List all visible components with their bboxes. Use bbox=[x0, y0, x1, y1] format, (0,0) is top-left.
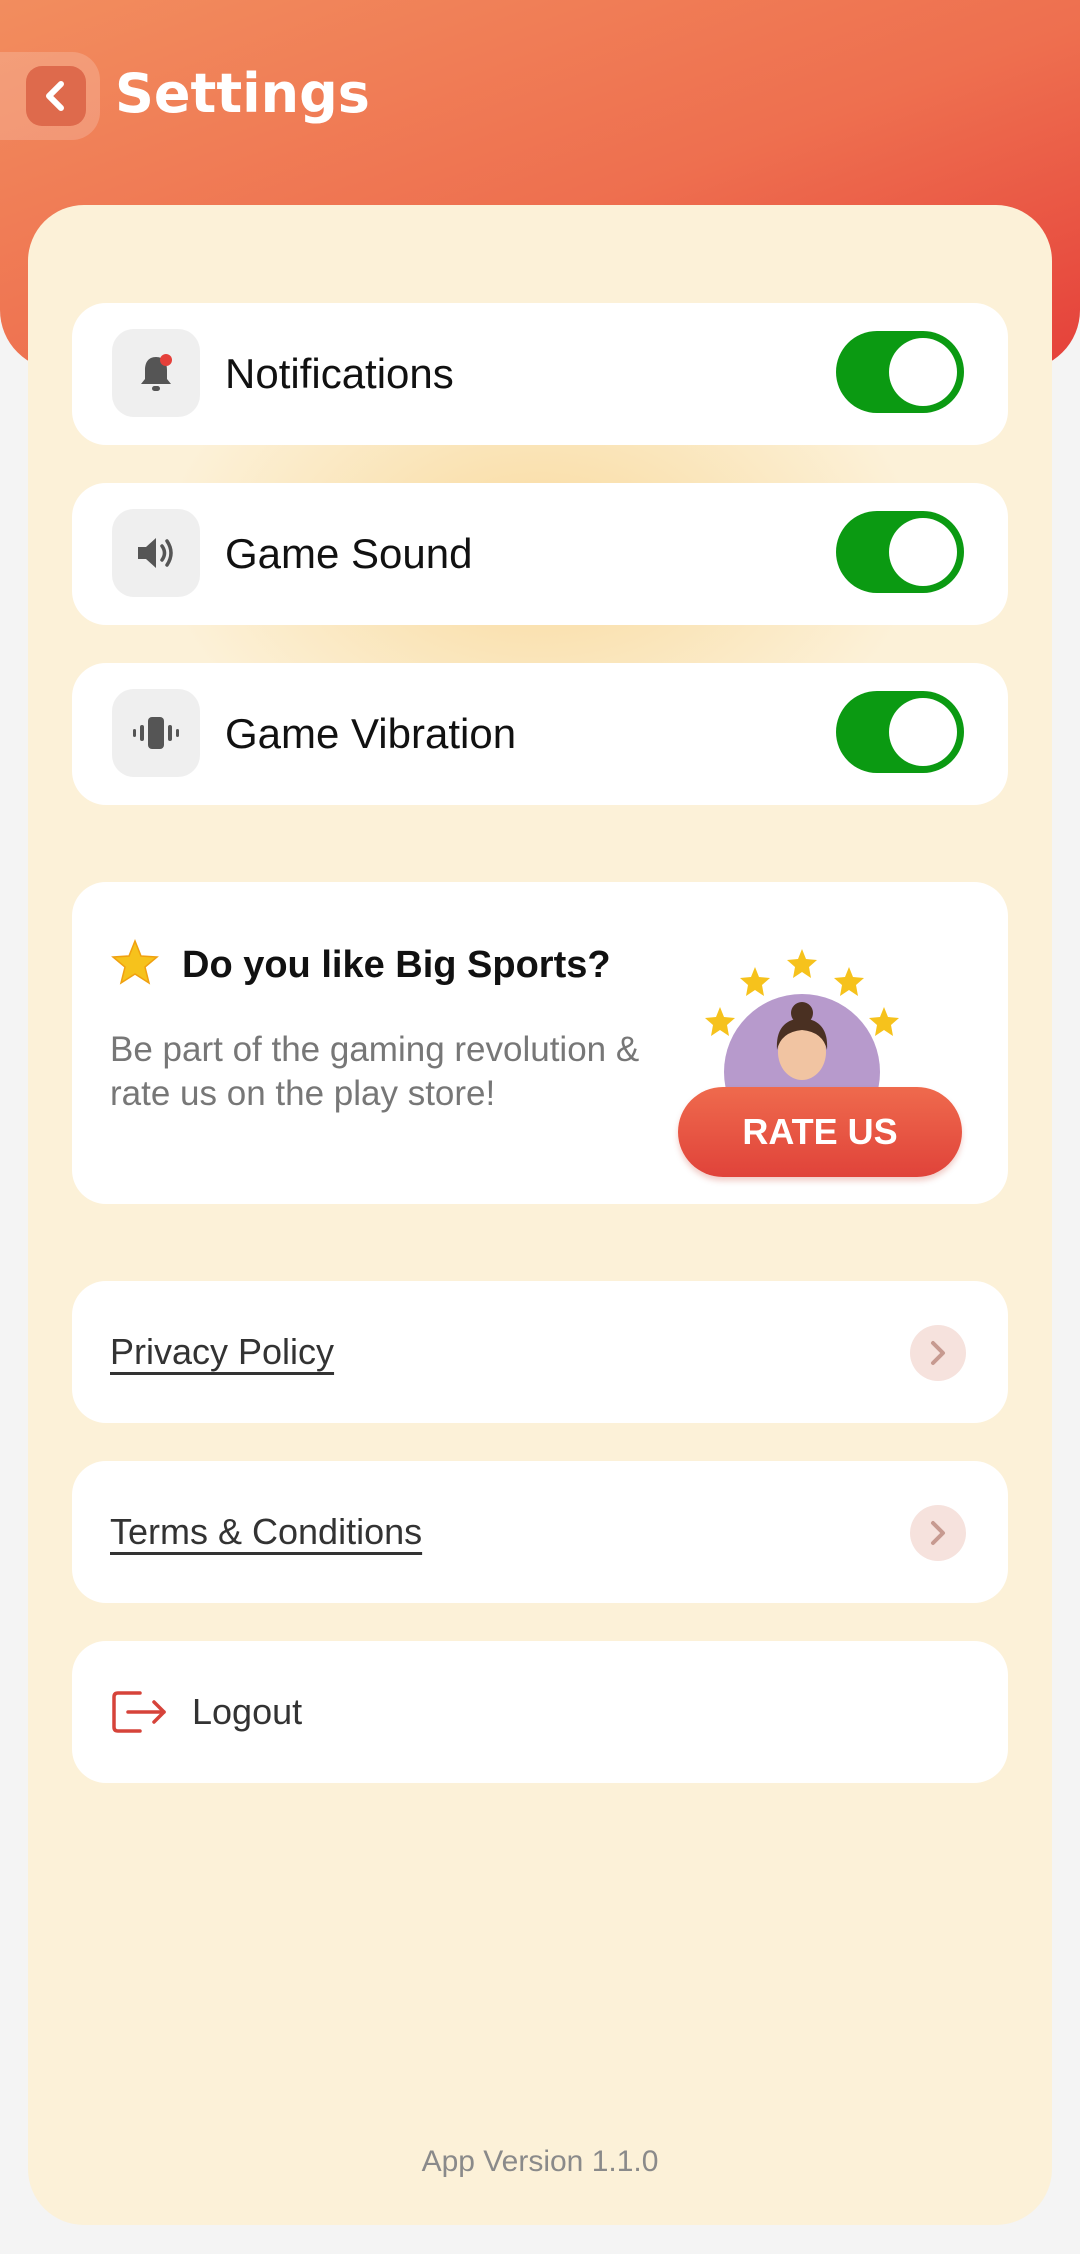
star-icon bbox=[705, 1007, 735, 1036]
logout-label[interactable]: Logout bbox=[192, 1641, 302, 1783]
back-button-inner[interactable] bbox=[26, 66, 86, 126]
logout-row[interactable]: Logout bbox=[72, 1641, 1008, 1783]
star-icon bbox=[869, 1007, 899, 1036]
terms-conditions-row[interactable]: Terms & Conditions bbox=[72, 1461, 1008, 1603]
setting-row-game-vibration: Game Vibration bbox=[72, 663, 1008, 805]
app-version: App Version 1.1.0 bbox=[421, 2145, 659, 2178]
star-icon bbox=[740, 967, 770, 996]
sparkle-star-icon bbox=[111, 938, 159, 985]
page-title: Settings bbox=[115, 62, 370, 125]
setting-icon-box bbox=[112, 509, 200, 597]
chevron-right-icon bbox=[931, 1521, 945, 1545]
rate-us-button[interactable]: RATE US bbox=[678, 1087, 962, 1177]
toggle-knob bbox=[889, 698, 957, 766]
setting-label: Game Vibration bbox=[225, 710, 517, 757]
back-button[interactable] bbox=[0, 52, 100, 140]
vibration-icon bbox=[133, 717, 179, 749]
rate-description: Be part of the gaming revolution & rate … bbox=[110, 1030, 640, 1113]
star-icon bbox=[834, 967, 864, 996]
chevron-left-icon bbox=[46, 81, 64, 111]
privacy-policy-link[interactable]: Privacy Policy bbox=[110, 1281, 334, 1423]
chevron-right-button[interactable] bbox=[910, 1325, 966, 1381]
setting-icon-box bbox=[112, 329, 200, 417]
game-vibration-toggle[interactable] bbox=[836, 691, 964, 773]
setting-label: Notifications bbox=[225, 350, 454, 397]
setting-row-game-sound: Game Sound bbox=[72, 483, 1008, 625]
rate-title: Do you like Big Sports? bbox=[182, 944, 611, 986]
bell-icon bbox=[141, 354, 172, 391]
setting-icon-box bbox=[112, 689, 200, 777]
setting-label: Game Sound bbox=[225, 530, 473, 577]
rate-us-card: Do you like Big Sports? Be part of the g… bbox=[72, 882, 1008, 1204]
setting-row-notifications: Notifications bbox=[72, 303, 1008, 445]
toggle-knob bbox=[889, 518, 957, 586]
logout-icon bbox=[112, 1691, 166, 1733]
privacy-policy-row[interactable]: Privacy Policy bbox=[72, 1281, 1008, 1423]
chevron-right-icon bbox=[931, 1341, 945, 1365]
toggle-knob bbox=[889, 338, 957, 406]
speaker-icon bbox=[138, 538, 173, 568]
star-icon bbox=[787, 949, 817, 978]
terms-conditions-link[interactable]: Terms & Conditions bbox=[110, 1461, 422, 1603]
game-sound-toggle[interactable] bbox=[836, 511, 964, 593]
notifications-toggle[interactable] bbox=[836, 331, 964, 413]
chevron-right-button[interactable] bbox=[910, 1505, 966, 1561]
